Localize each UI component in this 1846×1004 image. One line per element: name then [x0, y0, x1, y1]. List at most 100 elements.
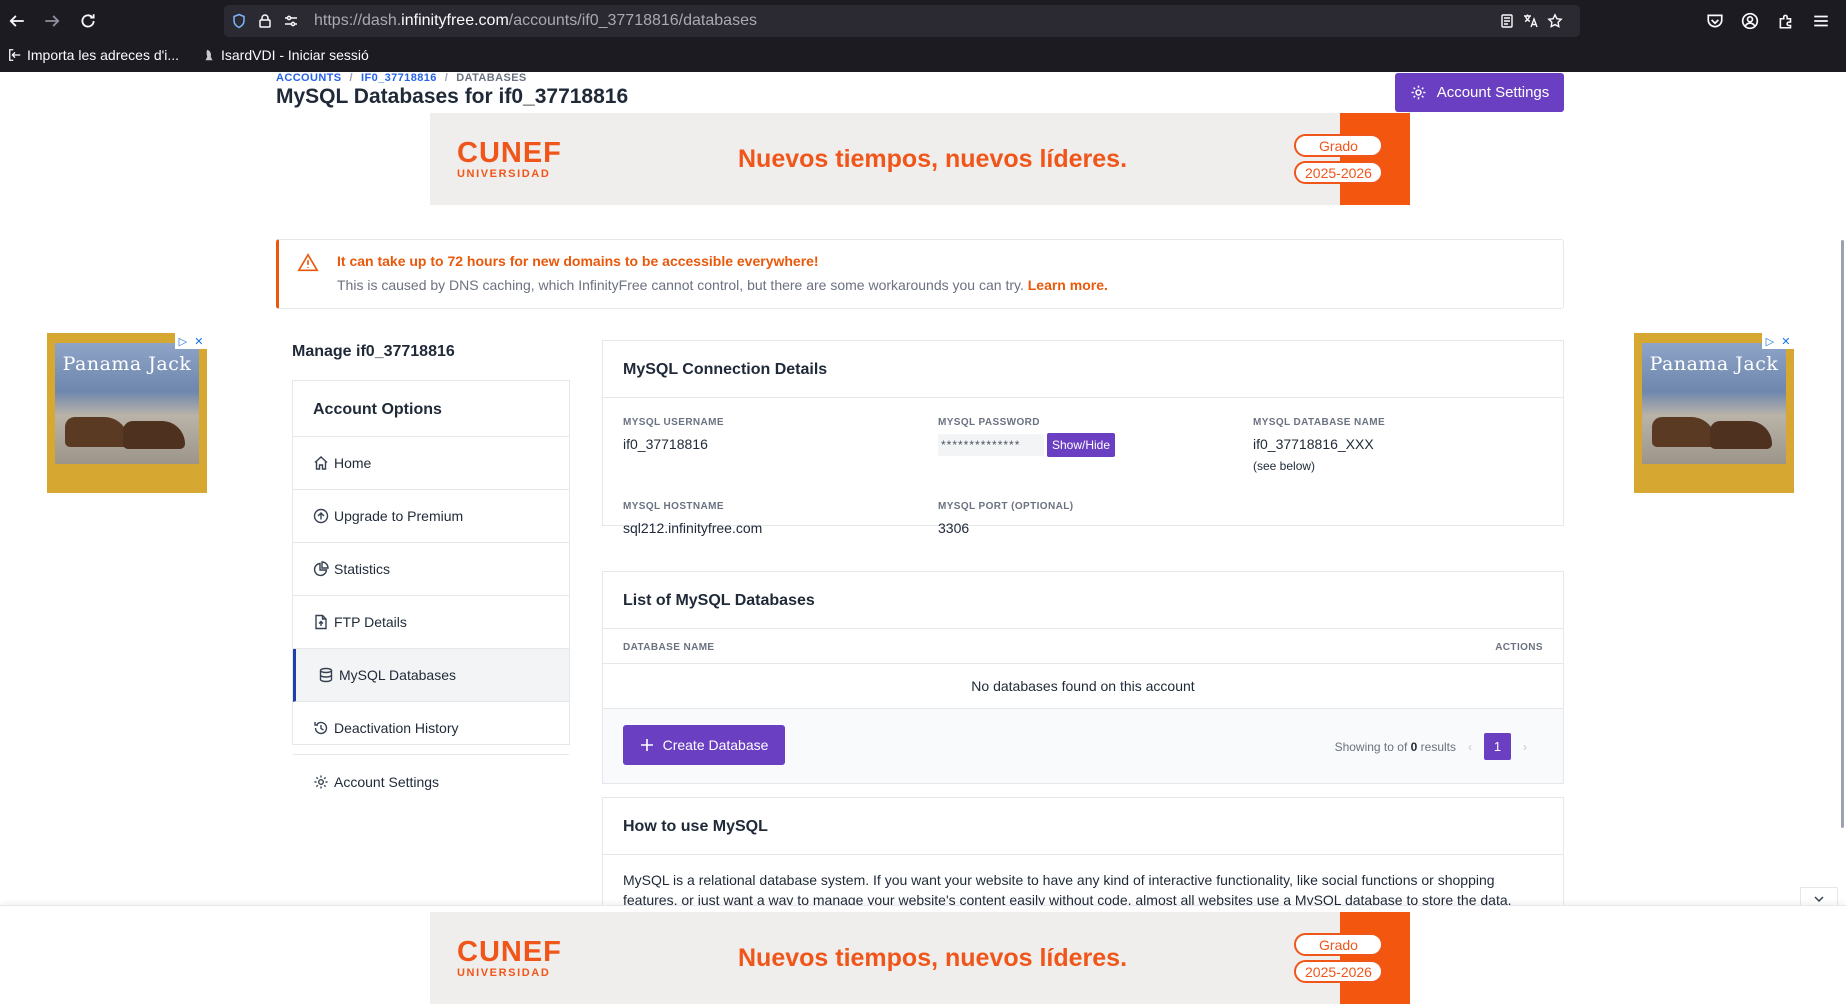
ad-pill-grado: Grado — [1294, 134, 1383, 157]
bottom-sticky-ad: CUNEF UNIVERSIDAD Nuevos tiempos, nuevos… — [0, 905, 1846, 1004]
create-database-label: Create Database — [662, 737, 769, 753]
bookmark-label: Importa les adreces d'i... — [27, 47, 180, 63]
ad-slogan: Nuevos tiempos, nuevos líderes. — [738, 145, 1128, 173]
table-header: DATABASE NAME ACTIONS — [603, 629, 1563, 664]
shield-icon[interactable] — [230, 12, 248, 30]
sidebar-item-label: Statistics — [334, 561, 391, 577]
browser-toolbar: https://dash.infinityfree.com/accounts/i… — [0, 0, 1846, 42]
bookmark-label: IsardVDI - Iniciar sessió — [221, 47, 369, 63]
bookmark-isardvdi[interactable]: IsardVDI - Iniciar sessió — [202, 47, 369, 63]
bookmark-star-icon[interactable] — [1546, 12, 1564, 30]
ad-slogan: Nuevos tiempos, nuevos líderes. — [738, 944, 1128, 972]
next-page-icon[interactable]: › — [1523, 740, 1527, 754]
left-side-ad[interactable]: Panama Jack ▷ ✕ — [47, 333, 207, 493]
ad-pill-year: 2025-2026 — [1294, 960, 1383, 983]
how-to-title: How to use MySQL — [603, 798, 1563, 855]
account-icon[interactable] — [1735, 7, 1765, 35]
breadcrumb-separator: / — [444, 72, 449, 84]
prev-page-icon[interactable]: ‹ — [1468, 740, 1472, 754]
page-button[interactable]: 1 — [1484, 733, 1511, 760]
database-list-title: List of MySQL Databases — [603, 572, 1563, 629]
permissions-icon[interactable] — [282, 12, 300, 30]
page: ACCOUNTS / IF0_37718816 / DATABASES MySQL Da… — [0, 72, 1846, 1004]
ad-logo-sub: UNIVERSIDAD — [457, 168, 551, 180]
chevron-down-icon — [1814, 895, 1824, 902]
breadcrumb-accounts[interactable]: ACCOUNTS — [276, 72, 342, 84]
address-bar[interactable]: https://dash.infinityfree.com/accounts/i… — [224, 5, 1580, 37]
hostname-label: MYSQL HOSTNAME — [623, 501, 724, 512]
top-banner-ad[interactable]: CUNEF UNIVERSIDAD Nuevos tiempos, nuevos… — [430, 113, 1410, 205]
password-field: MYSQL PASSWORD ************** Show/Hide — [938, 417, 1116, 457]
pagination: Showing to of 0 results ‹ 1 › — [1335, 733, 1533, 760]
reload-icon[interactable] — [73, 7, 103, 35]
account-settings-label: Account Settings — [1436, 84, 1550, 101]
boot-shape — [1710, 421, 1772, 449]
ad-logo-sub: UNIVERSIDAD — [457, 967, 551, 979]
database-list-card: List of MySQL Databases DATABASE NAME AC… — [602, 571, 1564, 784]
alert-title: It can take up to 72 hours for new domai… — [337, 253, 819, 269]
page-title: MySQL Databases for if0_37718816 — [276, 85, 629, 108]
password-label: MYSQL PASSWORD — [938, 417, 1040, 428]
ad-orange-block — [1340, 912, 1410, 1004]
port-value: 3306 — [938, 520, 970, 536]
table-footer: Create Database Showing to of 0 results … — [603, 709, 1563, 783]
pocket-icon[interactable] — [1700, 7, 1730, 35]
breadcrumb: ACCOUNTS / IF0_37718816 / DATABASES — [276, 72, 527, 84]
scrollbar[interactable] — [1841, 240, 1844, 828]
port-field: MYSQL PORT (OPTIONAL) 3306 — [938, 501, 1073, 536]
sidebar-item-ftp[interactable]: FTP Details — [293, 596, 569, 649]
manage-title: Manage if0_37718816 — [292, 343, 455, 360]
ad-choices-icon[interactable]: ▷ ✕ — [175, 333, 207, 349]
bookmark-import[interactable]: Importa les adreces d'i... — [8, 47, 179, 63]
ad-logo: CUNEF — [457, 137, 562, 169]
sidebar-item-account-settings[interactable]: Account Settings — [293, 755, 569, 808]
alert-body: This is caused by DNS caching, which Inf… — [337, 277, 1024, 293]
warning-icon — [297, 253, 319, 272]
history-icon — [314, 721, 328, 735]
sidebar-item-deactivation[interactable]: Deactivation History — [293, 702, 569, 755]
bookmarks-bar: Importa les adreces d'i... IsardVDI - In… — [0, 42, 1846, 72]
hostname-field: MYSQL HOSTNAME sql212.infinityfree.com — [623, 501, 762, 536]
boot-shape — [65, 417, 129, 447]
bottom-banner-ad[interactable]: CUNEF UNIVERSIDAD Nuevos tiempos, nuevos… — [430, 912, 1410, 1004]
alert-text: This is caused by DNS caching, which Inf… — [337, 277, 1108, 293]
show-hide-button[interactable]: Show/Hide — [1047, 433, 1116, 457]
sidebar-item-label: Upgrade to Premium — [334, 508, 464, 524]
ad-choices-icon[interactable]: ▷ ✕ — [1762, 333, 1794, 349]
sidebar-item-statistics[interactable]: Statistics — [293, 543, 569, 596]
back-icon[interactable] — [2, 7, 32, 35]
boot-shape — [1652, 417, 1716, 447]
sidebar-item-label: Home — [334, 455, 372, 471]
extensions-icon[interactable] — [1771, 7, 1801, 35]
translate-icon[interactable] — [1522, 12, 1540, 30]
connection-details-title: MySQL Connection Details — [603, 341, 1563, 398]
isard-icon — [205, 49, 213, 61]
username-value: if0_37718816 — [623, 436, 708, 452]
connection-details-card: MySQL Connection Details MYSQL USERNAME … — [602, 340, 1564, 536]
account-options-title: Account Options — [293, 381, 569, 437]
lock-icon[interactable] — [256, 12, 274, 30]
database-icon — [319, 667, 333, 683]
account-settings-button[interactable]: Account Settings — [1395, 73, 1564, 112]
create-database-button[interactable]: Create Database — [623, 725, 785, 765]
ad-brand: Panama Jack — [62, 353, 192, 375]
url-text[interactable]: https://dash.infinityfree.com/accounts/i… — [314, 12, 757, 30]
sidebar-item-mysql[interactable]: MySQL Databases — [293, 649, 569, 702]
learn-more-link[interactable]: Learn more. — [1028, 277, 1108, 293]
right-side-ad[interactable]: Panama Jack ▷ ✕ — [1634, 333, 1794, 493]
ad-orange-block — [1340, 113, 1410, 205]
sidebar-item-upgrade[interactable]: Upgrade to Premium — [293, 490, 569, 543]
menu-icon[interactable] — [1806, 7, 1836, 35]
column-database-name: DATABASE NAME — [623, 642, 715, 653]
reader-view-icon[interactable] — [1498, 12, 1516, 30]
pie-chart-icon — [313, 561, 329, 577]
sidebar-item-home[interactable]: Home — [293, 437, 569, 490]
column-actions: ACTIONS — [1495, 642, 1543, 653]
home-icon — [314, 456, 328, 470]
account-options-card: Account Options Home Upgrade to Premium … — [292, 380, 570, 790]
dbname-value: if0_37718816_XXX — [1253, 436, 1374, 452]
sidebar-item-label: FTP Details — [334, 614, 407, 630]
forward-icon[interactable] — [37, 7, 67, 35]
username-label: MYSQL USERNAME — [623, 417, 724, 428]
breadcrumb-account[interactable]: IF0_37718816 — [361, 72, 437, 84]
